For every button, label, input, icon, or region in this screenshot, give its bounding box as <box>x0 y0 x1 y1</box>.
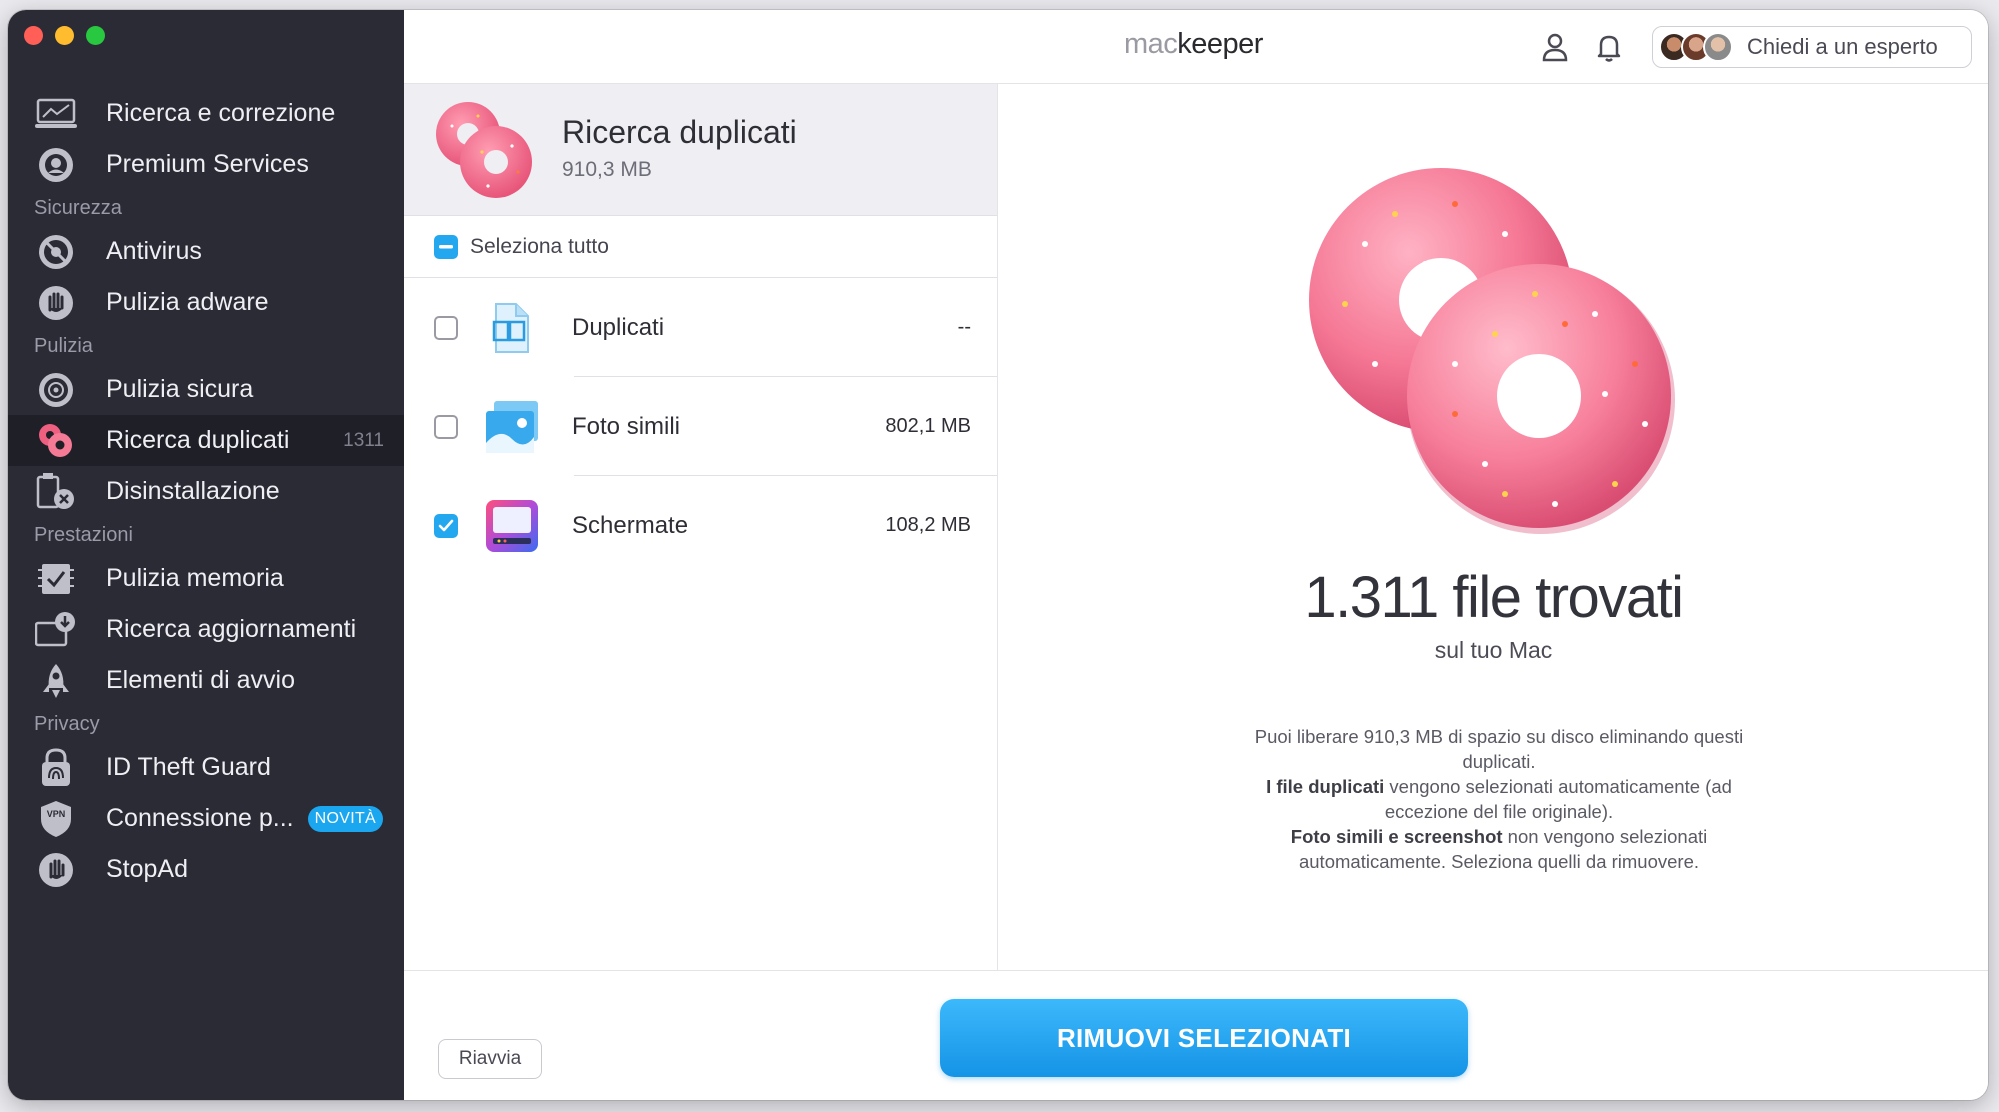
panel-total-size: 910,3 MB <box>562 158 652 181</box>
sidebar-section-title: Sicurezza <box>34 196 122 219</box>
remove-selected-button[interactable]: RIMUOVI SELEZIONATI <box>940 999 1468 1077</box>
uninstall-icon <box>34 470 78 514</box>
stopad-hand-icon <box>34 848 78 892</box>
antivirus-icon <box>34 230 78 274</box>
top-bar: mackeeper Chiedi a un esperto <box>404 10 1988 84</box>
info-line-2: vengono selezionati automaticamente (ad … <box>1384 776 1732 822</box>
sidebar-item-ricerca-duplicati[interactable]: Ricerca duplicati 1311 <box>8 415 404 466</box>
notifications-bell-icon[interactable] <box>1592 30 1626 64</box>
sidebar-item-label: Elementi di avvio <box>106 666 295 694</box>
minimize-window-button[interactable] <box>55 26 74 45</box>
sidebar-item-pulizia-adware[interactable]: Pulizia adware <box>8 277 404 328</box>
schermate-checkbox[interactable] <box>434 513 458 538</box>
panel-title: Ricerca duplicati <box>562 114 797 150</box>
sidebar-item-pulizia-memoria[interactable]: Pulizia memoria <box>8 553 404 604</box>
avatar <box>1703 32 1733 62</box>
sidebar-section-title: Privacy <box>34 712 100 735</box>
sidebar-item-label: Ricerca aggiornamenti <box>106 615 357 643</box>
category-size: -- <box>957 316 971 338</box>
fingerprint-icon <box>34 746 78 790</box>
donuts-illustration <box>1309 168 1675 534</box>
window-controls <box>24 26 105 45</box>
info-text: Puoi liberare 910,3 MB di spazio su disc… <box>1229 724 1769 874</box>
sidebar-item-pulizia-sicura[interactable]: Pulizia sicura <box>8 364 404 415</box>
sidebar-item-elementi-di-avvio[interactable]: Elementi di avvio <box>8 655 404 706</box>
sidebar-item-connessione-privata[interactable]: VPN Connessione p... NOVITÀ <box>8 793 404 844</box>
sidebar-item-label: Pulizia memoria <box>106 564 284 592</box>
sidebar-item-ricerca-e-correzione[interactable]: Ricerca e correzione <box>8 88 404 139</box>
sidebar-nav: Ricerca e correzione Premium Services Si… <box>8 88 404 895</box>
sidebar-item-label: Premium Services <box>106 150 309 178</box>
footer-bar: Riavvia RIMUOVI SELEZIONATI <box>404 970 1988 1100</box>
sidebar-item-id-theft-guard[interactable]: ID Theft Guard <box>8 742 404 793</box>
sidebar-item-label: Connessione p... <box>106 804 294 832</box>
sidebar-item-label: Pulizia sicura <box>106 375 254 403</box>
sidebar-item-antivirus[interactable]: Antivirus <box>8 226 404 277</box>
donut-icon <box>34 419 78 463</box>
sidebar-item-stopad[interactable]: StopAd <box>8 844 404 895</box>
logo-text-dark: keeper <box>1177 28 1263 60</box>
sidebar-item-label: Disinstallazione <box>106 477 280 505</box>
sidebar-item-label: StopAd <box>106 855 189 883</box>
new-badge: NOVITÀ <box>307 805 383 832</box>
sidebar-section-title: Pulizia <box>34 334 93 357</box>
duplicates-panel: Ricerca duplicati 910,3 MB Seleziona tut… <box>404 84 998 970</box>
vpn-shield-icon: VPN <box>34 797 78 841</box>
select-all-row[interactable]: Seleziona tutto <box>404 216 997 278</box>
similar-photos-icon <box>482 397 542 457</box>
svg-text:VPN: VPN <box>47 809 66 819</box>
logo-text-light: mac <box>1124 28 1178 60</box>
duplicati-checkbox[interactable] <box>434 315 458 340</box>
info-line-1: Puoi liberare 910,3 MB di spazio su disc… <box>1254 726 1744 772</box>
headset-icon <box>34 143 78 187</box>
duplicates-count-badge: 1311 <box>343 429 384 451</box>
files-found-count: 1.311 file trovati <box>1304 565 1684 630</box>
disk-clean-icon <box>34 368 78 412</box>
sidebar-item-label: Ricerca e correzione <box>106 99 336 127</box>
sidebar-item-label: ID Theft Guard <box>106 753 271 781</box>
donuts-small-icon <box>436 102 532 198</box>
hand-stop-icon <box>34 281 78 325</box>
select-all-label: Seleziona tutto <box>470 234 609 258</box>
category-label: Foto simili <box>572 412 681 440</box>
category-row-duplicati[interactable]: Duplicati -- <box>404 278 997 377</box>
category-size: 802,1 MB <box>885 415 971 437</box>
screenshots-icon <box>482 496 542 556</box>
sidebar-item-disinstallazione[interactable]: Disinstallazione <box>8 466 404 517</box>
account-icon[interactable] <box>1538 30 1572 64</box>
category-size: 108,2 MB <box>885 514 971 536</box>
foto-simili-checkbox[interactable] <box>434 414 458 439</box>
sidebar-item-label: Antivirus <box>106 237 202 265</box>
duplicate-files-icon <box>482 298 542 358</box>
panel-header: Ricerca duplicati 910,3 MB <box>404 84 997 216</box>
info-bold-duplicates: I file duplicati <box>1266 776 1385 797</box>
sidebar-item-label: Pulizia adware <box>106 288 269 316</box>
category-row-foto-simili[interactable]: Foto simili 802,1 MB <box>404 377 997 476</box>
laptop-scan-icon <box>34 92 78 136</box>
sidebar-item-label: Ricerca duplicati <box>106 426 290 454</box>
zoom-window-button[interactable] <box>86 26 105 45</box>
restart-button[interactable]: Riavvia <box>438 1039 542 1079</box>
memory-check-icon <box>34 557 78 601</box>
info-bold-similar: Foto simili e screenshot <box>1290 826 1503 847</box>
results-summary: 1.311 file trovati sul tuo Mac Puoi libe… <box>999 84 1988 970</box>
app-logo: mackeeper <box>1124 28 1263 61</box>
app-window: Ricerca e correzione Premium Services Si… <box>8 10 1988 1100</box>
select-all-checkbox[interactable] <box>434 234 458 259</box>
ask-expert-button[interactable]: Chiedi a un esperto <box>1652 26 1972 68</box>
sidebar-item-ricerca-aggiornamenti[interactable]: Ricerca aggiornamenti <box>8 604 404 655</box>
sidebar-item-premium-services[interactable]: Premium Services <box>8 139 404 190</box>
sidebar: Ricerca e correzione Premium Services Si… <box>8 10 404 1100</box>
close-window-button[interactable] <box>24 26 43 45</box>
category-row-schermate[interactable]: Schermate 108,2 MB <box>404 476 997 575</box>
update-download-icon <box>34 608 78 652</box>
expert-avatars <box>1659 32 1733 62</box>
ask-expert-label: Chiedi a un esperto <box>1747 34 1938 59</box>
category-label: Duplicati <box>572 313 665 341</box>
category-label: Schermate <box>572 511 689 539</box>
sidebar-section-title: Prestazioni <box>34 523 133 546</box>
files-found-subtitle: sul tuo Mac <box>1434 637 1553 663</box>
rocket-icon <box>34 659 78 703</box>
